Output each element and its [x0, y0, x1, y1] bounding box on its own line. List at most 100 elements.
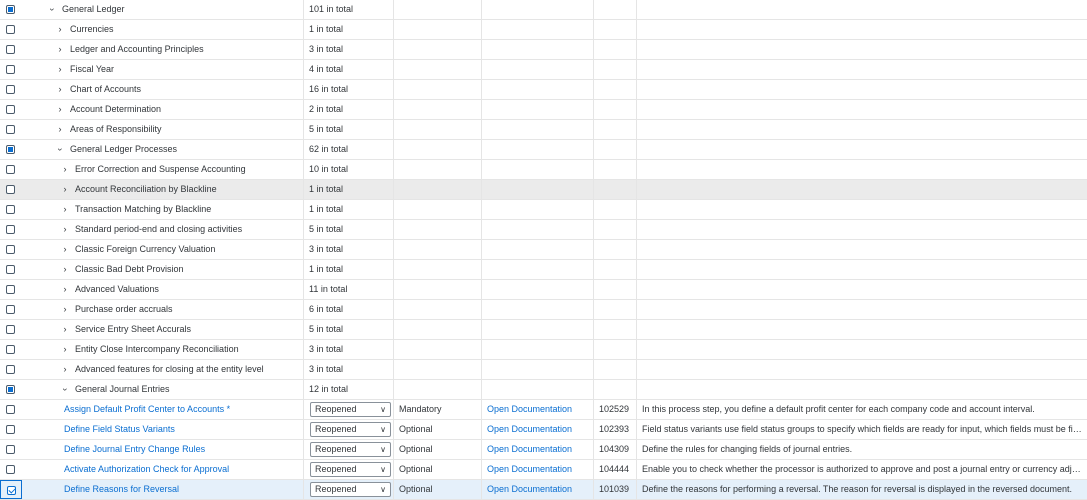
activity-link[interactable]: Assign Default Profit Center to Accounts… — [64, 404, 230, 414]
row-select-cell[interactable] — [0, 260, 22, 279]
row-select-cell[interactable] — [0, 440, 22, 459]
row-select-cell[interactable] — [0, 180, 22, 199]
tree-group-row[interactable]: › Fiscal Year 4 in total — [0, 60, 1087, 80]
collapse-chevron-icon[interactable]: › — [56, 384, 75, 396]
row-select-cell[interactable] — [0, 400, 22, 419]
open-documentation-link[interactable]: Open Documentation — [481, 400, 593, 419]
row-checkbox[interactable] — [6, 185, 15, 194]
row-select-cell[interactable] — [0, 220, 22, 239]
row-checkbox[interactable] — [6, 25, 15, 34]
row-checkbox[interactable] — [6, 45, 15, 54]
row-checkbox[interactable] — [6, 325, 15, 334]
chevron-down-icon[interactable]: ∨ — [380, 403, 386, 416]
row-select-cell[interactable] — [0, 100, 22, 119]
row-checkbox[interactable] — [6, 265, 15, 274]
row-select-cell[interactable] — [0, 40, 22, 59]
row-select-cell[interactable] — [0, 280, 22, 299]
expand-chevron-icon[interactable]: › — [59, 260, 71, 279]
expand-chevron-icon[interactable]: › — [59, 240, 71, 259]
tree-group-row[interactable]: › Standard period-end and closing activit… — [0, 220, 1087, 240]
activity-link[interactable]: Define Field Status Variants — [64, 424, 175, 434]
row-select-cell[interactable] — [0, 340, 22, 359]
tree-group-row[interactable]: › General Ledger Processes 62 in total — [0, 140, 1087, 160]
tree-group-row[interactable]: › Classic Foreign Currency Valuation 3 in … — [0, 240, 1087, 260]
status-select[interactable]: Reopened ∨ — [310, 442, 391, 457]
chevron-down-icon[interactable]: ∨ — [380, 443, 386, 456]
expand-chevron-icon[interactable]: › — [54, 100, 66, 119]
row-select-cell[interactable] — [0, 20, 22, 39]
tree-group-row[interactable]: › Transaction Matching by Blackline 1 in t… — [0, 200, 1087, 220]
tree-group-row[interactable]: › Areas of Responsibility 5 in total — [0, 120, 1087, 140]
expand-chevron-icon[interactable]: › — [59, 300, 71, 319]
row-checkbox[interactable] — [6, 445, 15, 454]
row-select-cell[interactable] — [0, 0, 22, 19]
row-select-cell[interactable] — [0, 60, 22, 79]
tree-group-row[interactable]: › Advanced Valuations 11 in total — [0, 280, 1087, 300]
row-select-cell[interactable] — [0, 320, 22, 339]
row-select-cell[interactable] — [0, 480, 22, 499]
tree-group-row[interactable]: › Service Entry Sheet Accurals 5 in total — [0, 320, 1087, 340]
tree-group-row[interactable]: › Entity Close Intercompany Reconciliatio… — [0, 340, 1087, 360]
row-select-cell[interactable] — [0, 80, 22, 99]
row-checkbox[interactable] — [6, 305, 15, 314]
open-documentation-text[interactable]: Open Documentation — [487, 444, 572, 454]
status-select[interactable]: Reopened ∨ — [310, 482, 391, 497]
open-documentation-link[interactable]: Open Documentation — [481, 420, 593, 439]
row-checkbox[interactable] — [7, 486, 16, 495]
expand-chevron-icon[interactable]: › — [59, 200, 71, 219]
activity-row[interactable]: Define Reasons for Reversal Reopened ∨ Opti… — [0, 480, 1087, 500]
row-checkbox[interactable] — [6, 385, 15, 394]
row-checkbox[interactable] — [6, 345, 15, 354]
tree-group-row[interactable]: › Advanced features for closing at the en… — [0, 360, 1087, 380]
tree-group-row[interactable]: › Currencies 1 in total — [0, 20, 1087, 40]
row-checkbox[interactable] — [6, 105, 15, 114]
row-checkbox[interactable] — [6, 165, 15, 174]
expand-chevron-icon[interactable]: › — [59, 340, 71, 359]
activity-row[interactable]: Define Journal Entry Change Rules Reopene… — [0, 440, 1087, 460]
open-documentation-text[interactable]: Open Documentation — [487, 424, 572, 434]
row-select-cell[interactable] — [0, 200, 22, 219]
expand-chevron-icon[interactable]: › — [54, 80, 66, 99]
tree-group-row[interactable]: › Account Reconciliation by Blackline 1 in… — [0, 180, 1087, 200]
row-checkbox[interactable] — [6, 405, 15, 414]
row-checkbox[interactable] — [6, 65, 15, 74]
activity-row[interactable]: Activate Authorization Check for Approva… — [0, 460, 1087, 480]
collapse-chevron-icon[interactable]: › — [51, 144, 70, 156]
open-documentation-text[interactable]: Open Documentation — [487, 484, 572, 494]
status-select[interactable]: Reopened ∨ — [310, 462, 391, 477]
expand-chevron-icon[interactable]: › — [54, 120, 66, 139]
expand-chevron-icon[interactable]: › — [59, 360, 71, 379]
row-checkbox[interactable] — [6, 205, 15, 214]
activity-link[interactable]: Activate Authorization Check for Approva… — [64, 464, 229, 474]
row-checkbox[interactable] — [6, 465, 15, 474]
row-checkbox[interactable] — [6, 365, 15, 374]
tree-group-row[interactable]: › Account Determination 2 in total — [0, 100, 1087, 120]
tree-group-row[interactable]: › Chart of Accounts 16 in total — [0, 80, 1087, 100]
row-select-cell[interactable] — [0, 120, 22, 139]
expand-chevron-icon[interactable]: › — [54, 60, 66, 79]
status-select[interactable]: Reopened ∨ — [310, 422, 391, 437]
expand-chevron-icon[interactable]: › — [54, 20, 66, 39]
row-checkbox[interactable] — [6, 85, 15, 94]
row-checkbox[interactable] — [6, 125, 15, 134]
row-checkbox[interactable] — [6, 5, 15, 14]
expand-chevron-icon[interactable]: › — [59, 220, 71, 239]
tree-group-row[interactable]: › General Ledger 101 in total — [0, 0, 1087, 20]
row-select-cell[interactable] — [0, 380, 22, 399]
row-checkbox[interactable] — [6, 245, 15, 254]
row-select-cell[interactable] — [0, 240, 22, 259]
expand-chevron-icon[interactable]: › — [54, 40, 66, 59]
open-documentation-text[interactable]: Open Documentation — [487, 404, 572, 414]
open-documentation-link[interactable]: Open Documentation — [481, 480, 593, 499]
open-documentation-link[interactable]: Open Documentation — [481, 460, 593, 479]
tree-group-row[interactable]: › Purchase order accruals 6 in total — [0, 300, 1087, 320]
expand-chevron-icon[interactable]: › — [59, 160, 71, 179]
chevron-down-icon[interactable]: ∨ — [380, 423, 386, 436]
expand-chevron-icon[interactable]: › — [59, 280, 71, 299]
row-checkbox[interactable] — [6, 425, 15, 434]
row-select-cell[interactable] — [0, 160, 22, 179]
tree-group-row[interactable]: › Error Correction and Suspense Accountin… — [0, 160, 1087, 180]
activity-link[interactable]: Define Journal Entry Change Rules — [64, 444, 205, 454]
open-documentation-text[interactable]: Open Documentation — [487, 464, 572, 474]
row-checkbox[interactable] — [6, 145, 15, 154]
